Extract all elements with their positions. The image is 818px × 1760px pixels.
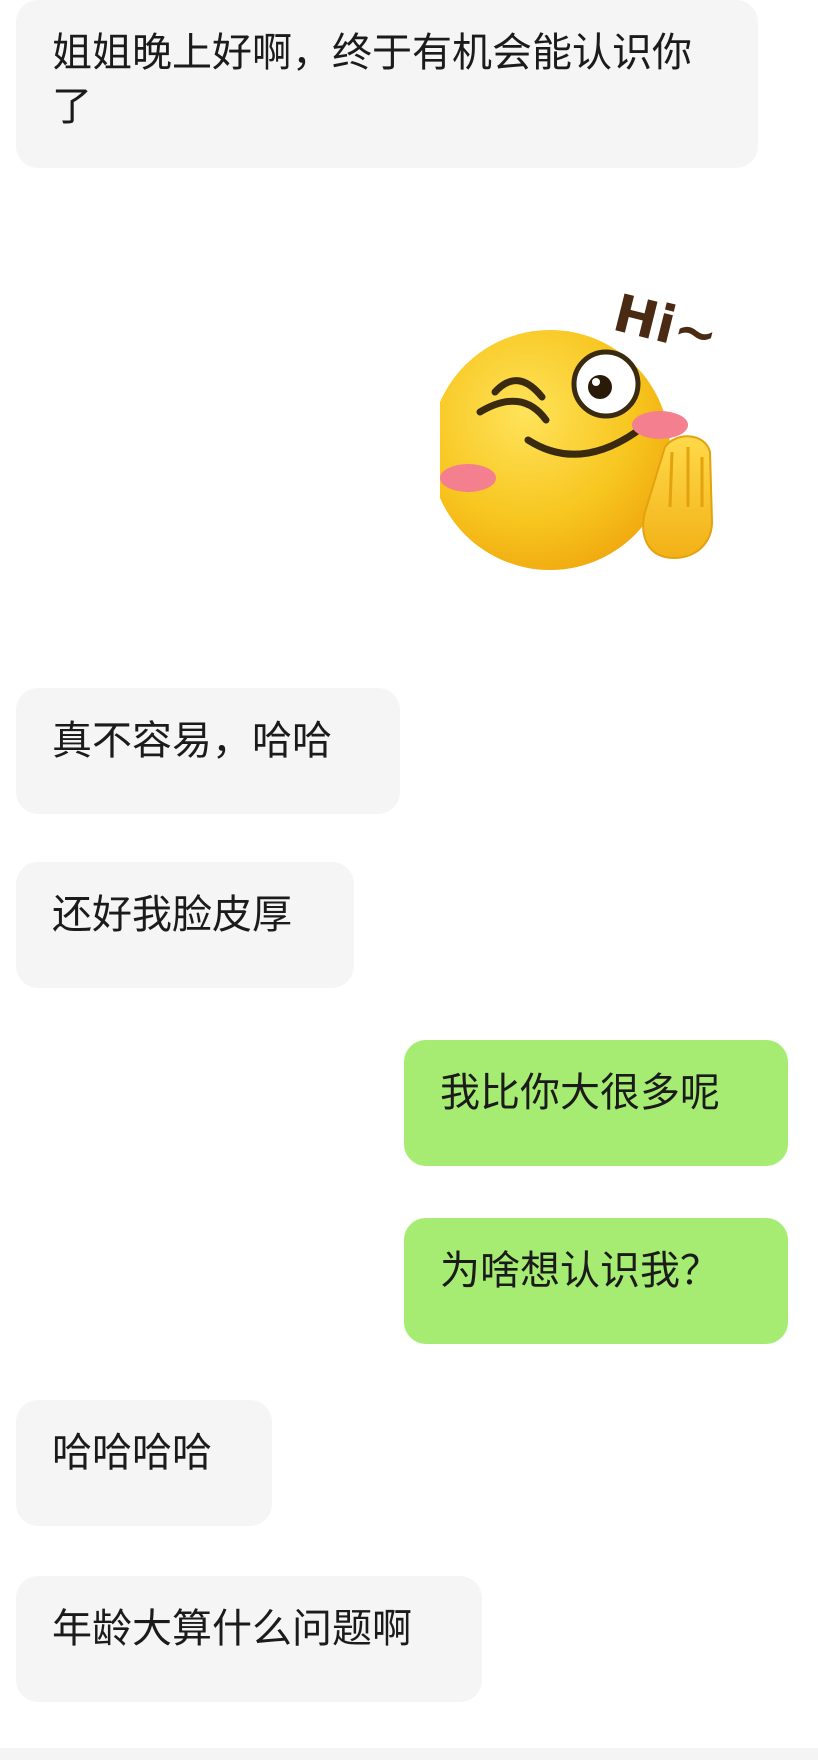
message-bubble-incoming[interactable]: 真不容易，哈哈	[16, 688, 400, 814]
message-text: 我比你大很多呢	[440, 1070, 720, 1116]
message-text: 为啥想认识我？	[440, 1248, 720, 1294]
bottom-edge	[0, 1748, 818, 1760]
message-bubble-incoming[interactable]: 姐姐晚上好啊，终于有机会能认识你了	[16, 0, 758, 168]
message-bubble-outgoing[interactable]: 为啥想认识我？	[404, 1218, 788, 1344]
message-text: 哈哈哈哈	[52, 1430, 212, 1476]
message-bubble-incoming[interactable]: 还好我脸皮厚	[16, 862, 354, 988]
message-text: 还好我脸皮厚	[52, 892, 292, 938]
message-bubble-incoming[interactable]: 哈哈哈哈	[16, 1400, 272, 1526]
message-bubble-incoming[interactable]: 年龄大算什么问题啊	[16, 1576, 482, 1702]
hi-wink-sticker[interactable]: Hi~	[430, 262, 800, 592]
message-bubble-outgoing[interactable]: 我比你大很多呢	[404, 1040, 788, 1166]
svg-text:Hi~: Hi~	[608, 284, 724, 368]
message-text: 真不容易，哈哈	[52, 718, 332, 764]
hi-text-icon: Hi~	[608, 284, 724, 368]
wink-emoji-icon: Hi~	[430, 284, 724, 570]
message-text: 姐姐晚上好啊，终于有机会能认识你了	[52, 30, 692, 130]
chat-thread: 姐姐晚上好啊，终于有机会能认识你了 Hi~ 真不容易，哈哈 还好我脸皮厚 我比你…	[0, 0, 818, 1760]
message-text: 年龄大算什么问题啊	[52, 1606, 412, 1652]
